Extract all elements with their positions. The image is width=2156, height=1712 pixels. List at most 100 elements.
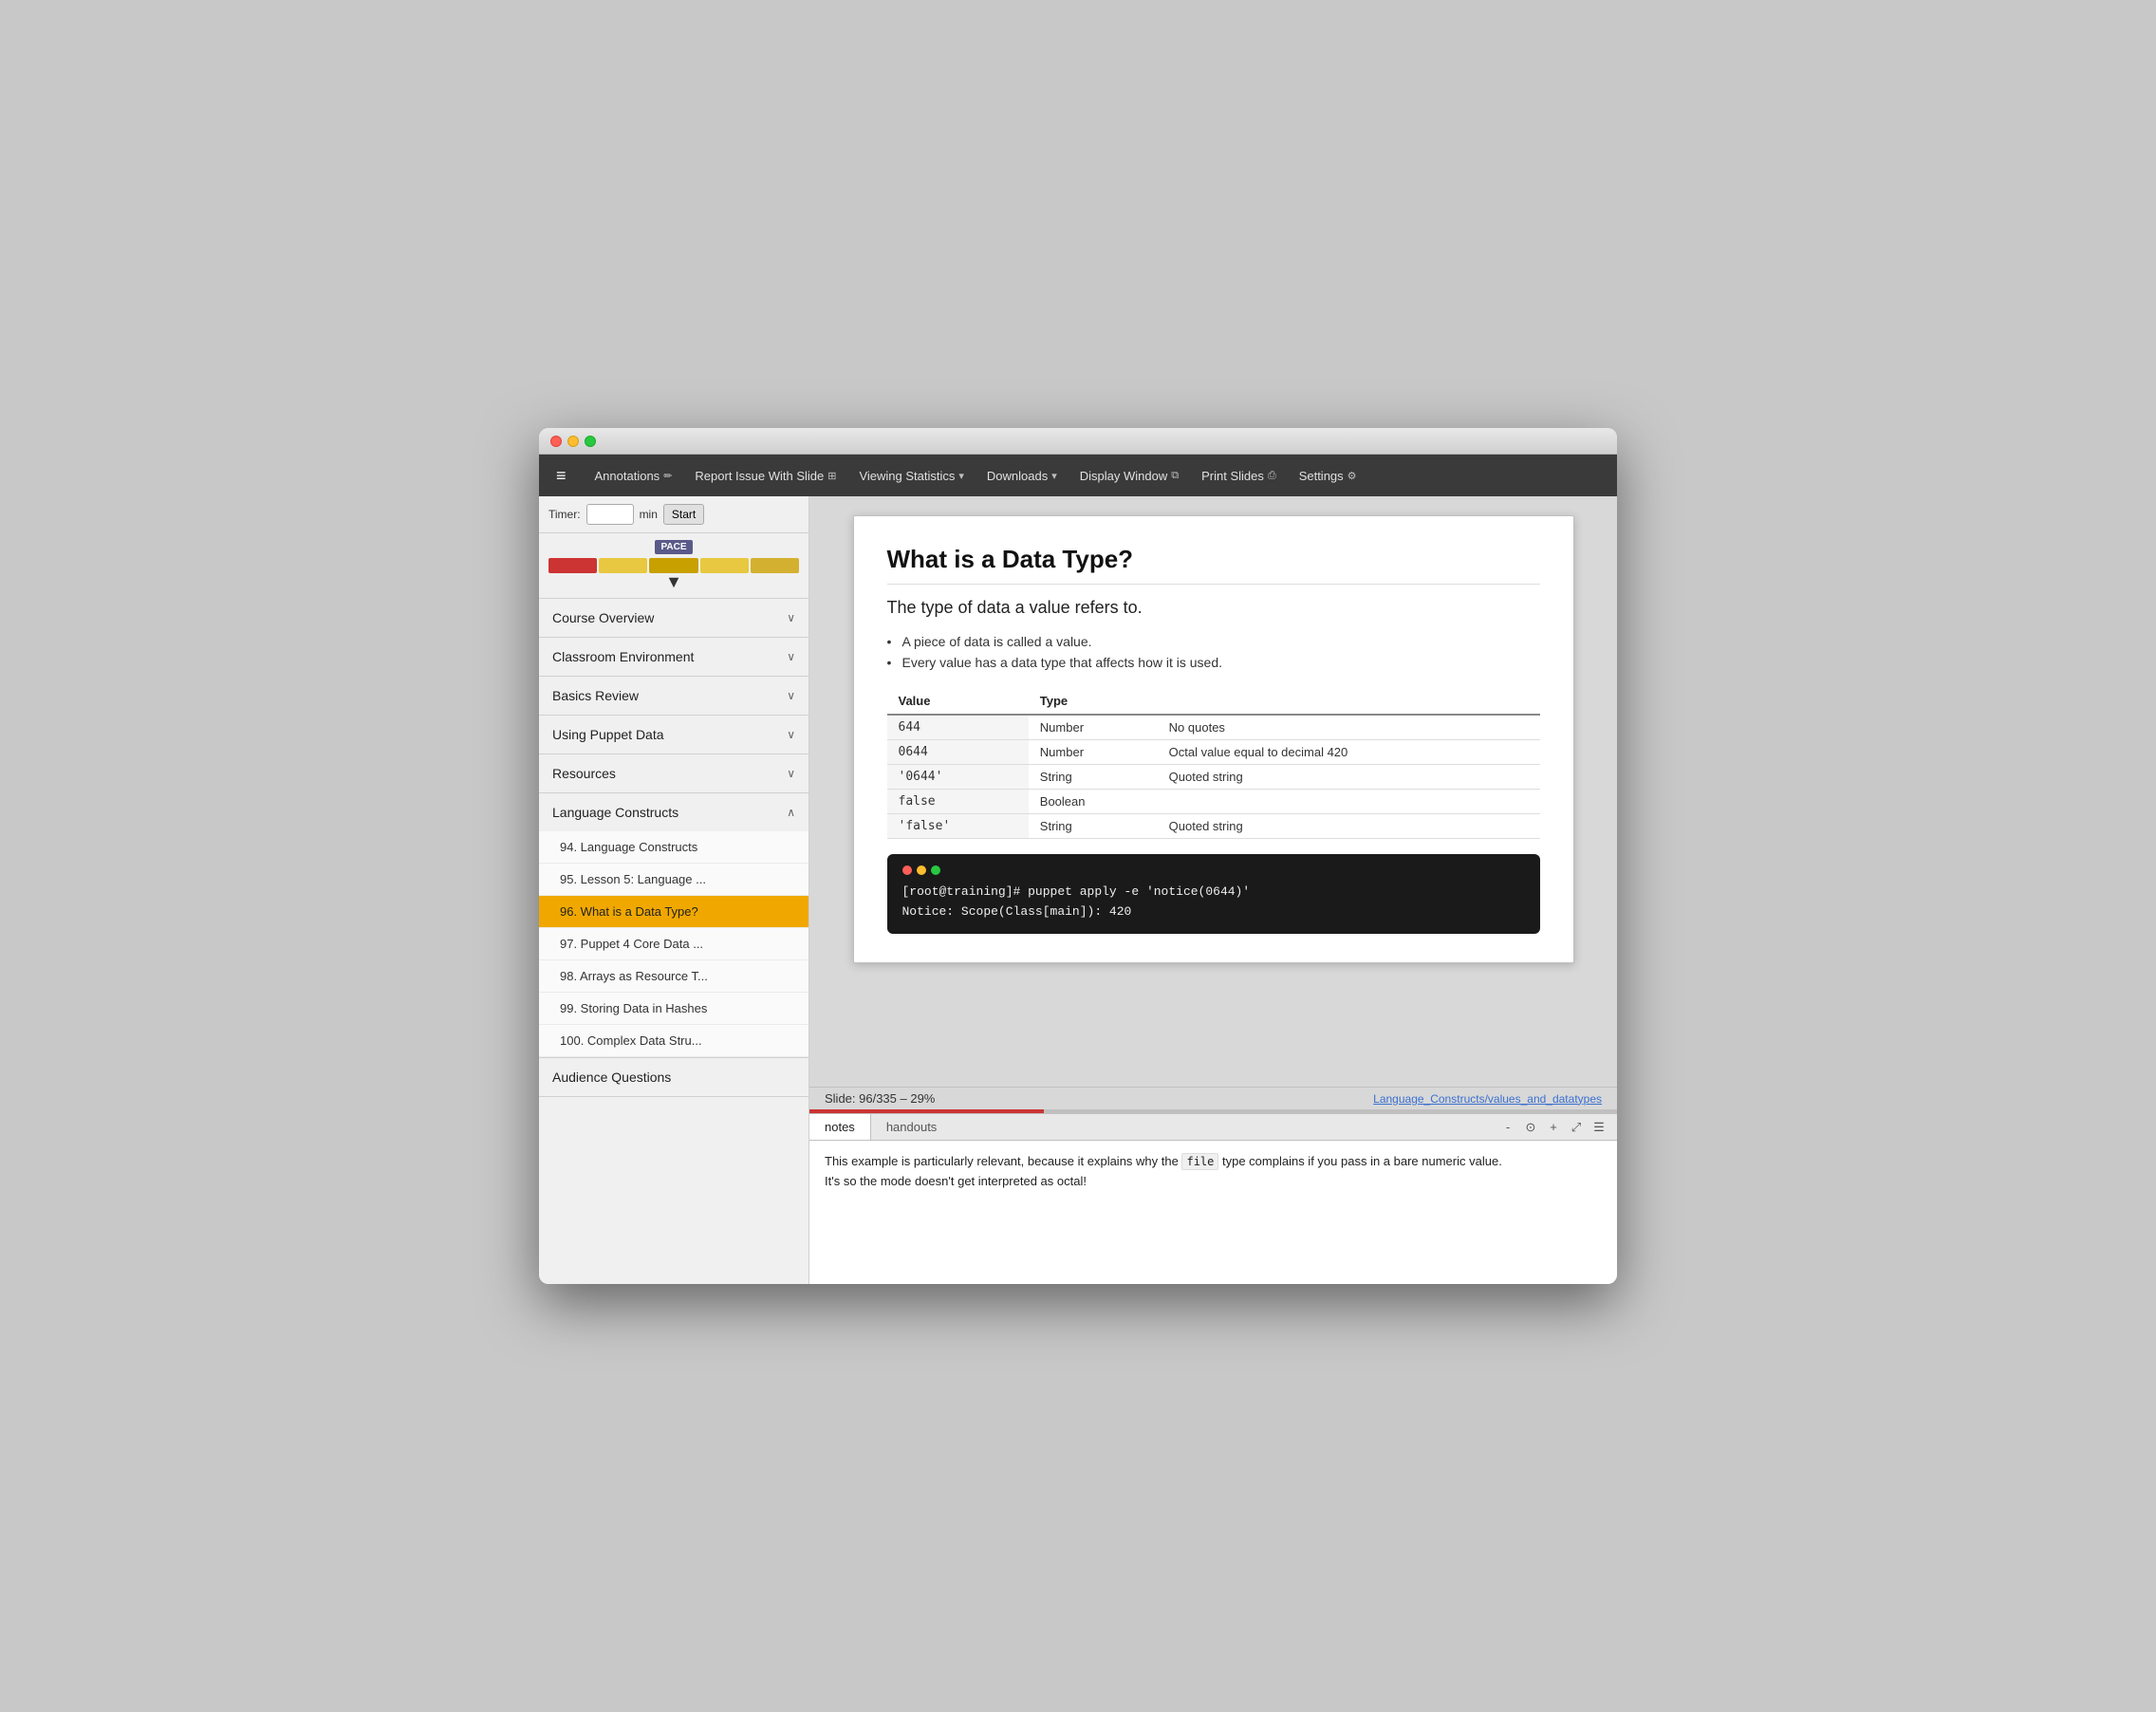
downloads-chevron-icon: ▾: [1051, 470, 1057, 482]
section-course-overview-label: Course Overview: [552, 610, 654, 625]
section-basics-review-header[interactable]: Basics Review ∨: [539, 677, 808, 715]
slide-container: What is a Data Type? The type of data a …: [809, 496, 1617, 1087]
slide-title: What is a Data Type?: [887, 545, 1540, 585]
section-audience-questions-label: Audience Questions: [552, 1070, 671, 1085]
col-type: Type: [1029, 688, 1158, 715]
stats-chevron-icon: ▾: [958, 470, 964, 482]
bullet-2: Every value has a data type that affects…: [887, 652, 1540, 673]
toolbar-settings[interactable]: Settings ⚙: [1290, 464, 1366, 488]
section-basics-review: Basics Review ∨: [539, 677, 808, 716]
cell-type: Number: [1029, 740, 1158, 765]
section-classroom-environment: Classroom Environment ∨: [539, 638, 808, 677]
close-button[interactable]: [550, 436, 562, 447]
section-audience-questions-header[interactable]: Audience Questions: [539, 1058, 808, 1096]
section-resources-label: Resources: [552, 766, 616, 781]
section-audience-questions: Audience Questions: [539, 1058, 808, 1097]
toolbar-annotations[interactable]: Annotations ✏: [585, 464, 682, 488]
sidebar-item-100[interactable]: 100. Complex Data Stru...: [539, 1025, 808, 1057]
timer-min-label: min: [640, 508, 658, 521]
notes-content: This example is particularly relevant, b…: [809, 1141, 1617, 1284]
sidebar-item-94[interactable]: 94. Language Constructs: [539, 831, 808, 864]
sidebar-item-95[interactable]: 95. Lesson 5: Language ...: [539, 864, 808, 896]
pace-segment-4: [700, 558, 749, 573]
section-classroom-environment-label: Classroom Environment: [552, 649, 694, 664]
chevron-down-icon-2: ∨: [787, 650, 795, 663]
chevron-down-icon: ∨: [787, 611, 795, 624]
report-icon: ⊞: [827, 470, 836, 482]
chevron-down-icon-5: ∨: [787, 767, 795, 780]
section-resources: Resources ∨: [539, 754, 808, 793]
menu-button[interactable]: ☰: [1589, 1117, 1609, 1138]
sidebar-item-99[interactable]: 99. Storing Data in Hashes: [539, 993, 808, 1025]
bullet-1: A piece of data is called a value.: [887, 631, 1540, 652]
toolbar: ≡ Annotations ✏ Report Issue With Slide …: [539, 455, 1617, 496]
slide-subtitle: The type of data a value refers to.: [887, 598, 1540, 618]
cell-desc: No quotes: [1158, 715, 1540, 740]
toolbar-viewing-stats[interactable]: Viewing Statistics ▾: [849, 464, 973, 488]
section-language-constructs-header[interactable]: Language Constructs ∧: [539, 793, 808, 831]
toolbar-print-slides[interactable]: Print Slides ⎙: [1192, 464, 1286, 488]
print-icon: ⎙: [1268, 470, 1276, 482]
pace-segment-3: [649, 558, 697, 573]
col-desc: [1158, 688, 1540, 715]
cell-desc: [1158, 790, 1540, 814]
tab-handouts[interactable]: handouts: [871, 1114, 953, 1140]
pace-logo: PACE: [655, 540, 692, 554]
toolbar-downloads[interactable]: Downloads ▾: [977, 464, 1067, 488]
viewing-stats-label: Viewing Statistics: [859, 469, 955, 483]
section-course-overview-header[interactable]: Course Overview ∨: [539, 599, 808, 637]
display-window-label: Display Window: [1080, 469, 1167, 483]
maximize-button[interactable]: [585, 436, 596, 447]
cell-desc: Octal value equal to decimal 420: [1158, 740, 1540, 765]
timer-label: Timer:: [548, 508, 581, 521]
cell-desc: Quoted string: [1158, 814, 1540, 839]
zoom-in-button[interactable]: +: [1543, 1117, 1564, 1138]
pencil-icon: ✏: [663, 470, 672, 482]
gear-icon: ⚙: [1348, 470, 1357, 482]
code-block: [root@training]# puppet apply -e 'notice…: [887, 854, 1540, 934]
cell-value: '0644': [887, 765, 1029, 790]
sidebar-item-98[interactable]: 98. Arrays as Resource T...: [539, 960, 808, 993]
timer-input[interactable]: [586, 504, 634, 525]
zoom-out-button[interactable]: -: [1497, 1117, 1518, 1138]
focus-button[interactable]: ⊙: [1520, 1117, 1541, 1138]
slide-path-link[interactable]: Language_Constructs/values_and_datatypes: [1373, 1092, 1602, 1106]
print-slides-label: Print Slides: [1201, 469, 1264, 483]
toolbar-report-issue[interactable]: Report Issue With Slide ⊞: [685, 464, 846, 488]
section-resources-header[interactable]: Resources ∨: [539, 754, 808, 792]
pace-segments: [548, 558, 799, 573]
pace-bar: PACE ▼: [539, 533, 808, 599]
slide: What is a Data Type? The type of data a …: [853, 515, 1574, 963]
inline-code: file: [1181, 1153, 1218, 1170]
slide-info: Slide: 96/335 – 29%: [825, 1091, 935, 1106]
pace-segment-1: [548, 558, 597, 573]
section-classroom-environment-header[interactable]: Classroom Environment ∨: [539, 638, 808, 676]
expand-button[interactable]: ⤢: [1566, 1117, 1587, 1138]
notes-tabs: notes handouts - ⊙ + ⤢ ☰: [809, 1114, 1617, 1141]
tab-notes[interactable]: notes: [809, 1114, 871, 1140]
hamburger-menu[interactable]: ≡: [548, 462, 574, 490]
notes-area: notes handouts - ⊙ + ⤢ ☰ This example is…: [809, 1113, 1617, 1284]
downloads-label: Downloads: [987, 469, 1048, 483]
minimize-button[interactable]: [567, 436, 579, 447]
toolbar-display-window[interactable]: Display Window ⧉: [1070, 464, 1188, 488]
pace-segment-5: [751, 558, 799, 573]
chevron-down-icon-3: ∨: [787, 689, 795, 702]
traffic-lights: [550, 436, 596, 447]
timer-start-button[interactable]: Start: [663, 504, 704, 525]
pace-segment-2: [599, 558, 647, 573]
notes-text: This example is particularly relevant, b…: [825, 1152, 1602, 1192]
cell-type: Number: [1029, 715, 1158, 740]
code-dot-yellow: [917, 865, 926, 875]
main-content: Timer: min Start PACE ▼: [539, 496, 1617, 1284]
section-using-puppet-data-header[interactable]: Using Puppet Data ∨: [539, 716, 808, 754]
table-row: 0644NumberOctal value equal to decimal 4…: [887, 740, 1540, 765]
table-row: falseBoolean: [887, 790, 1540, 814]
report-issue-label: Report Issue With Slide: [695, 469, 824, 483]
sidebar-item-97[interactable]: 97. Puppet 4 Core Data ...: [539, 928, 808, 960]
pace-arrow-icon: ▼: [548, 573, 799, 590]
timer-section: Timer: min Start: [539, 496, 808, 533]
settings-label: Settings: [1299, 469, 1344, 483]
sidebar-item-96[interactable]: 96. What is a Data Type?: [539, 896, 808, 928]
code-dot-red: [902, 865, 912, 875]
